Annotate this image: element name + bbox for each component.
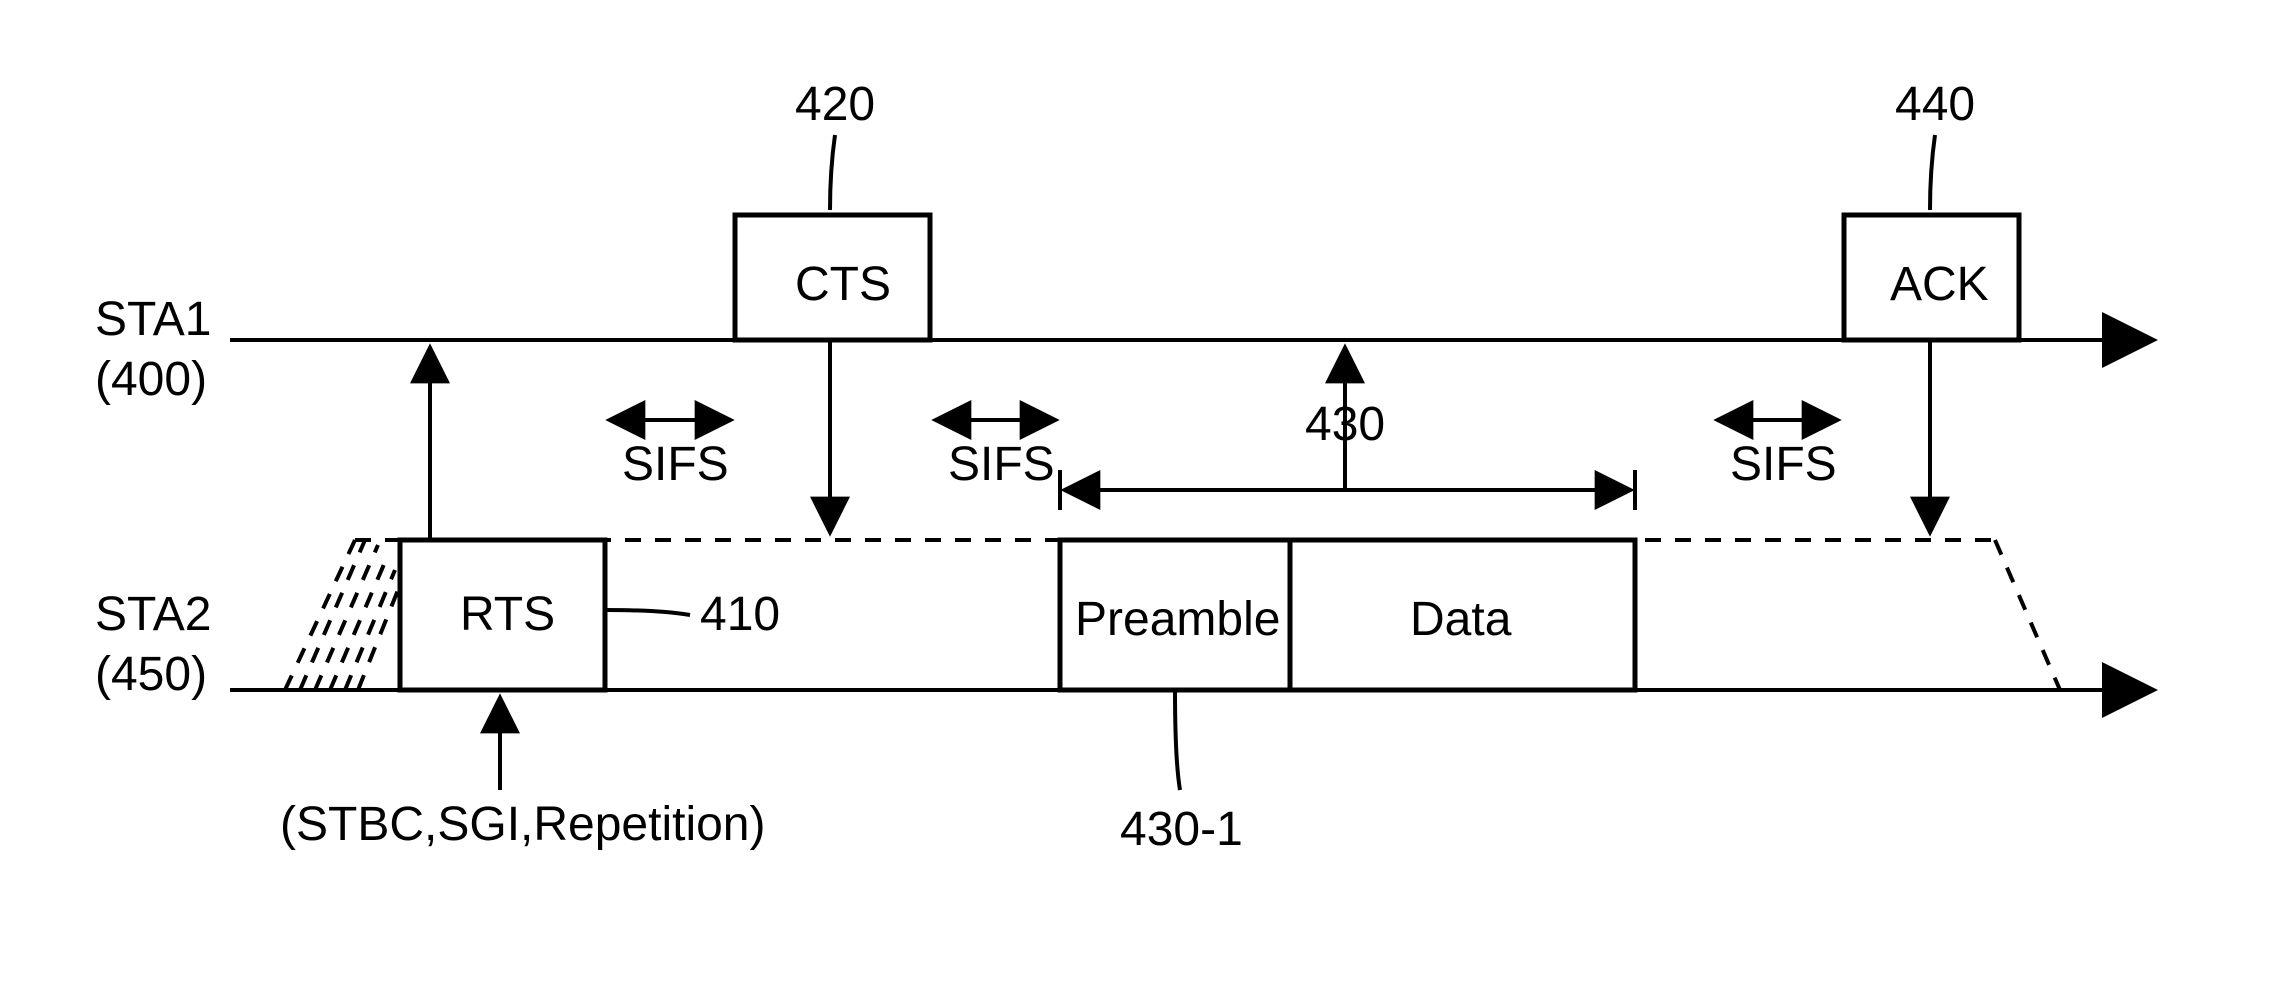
preamble-label: Preamble xyxy=(1075,593,1280,646)
txop-fall xyxy=(1995,540,2060,690)
rts-note: (STBC,SGI,Repetition) xyxy=(280,798,765,851)
sifs-1: SIFS xyxy=(622,438,729,491)
ack-label: ACK xyxy=(1890,258,1989,311)
preamble-ref-lead xyxy=(1175,690,1180,790)
sta2-id: (450) xyxy=(95,648,207,701)
txop-rise xyxy=(285,540,355,690)
data-label: Data xyxy=(1410,593,1512,646)
hatch xyxy=(345,570,395,690)
cts-ref-lead xyxy=(830,135,835,210)
hatch xyxy=(358,590,398,690)
data-ref: 430 xyxy=(1305,398,1385,451)
ack-ref-lead xyxy=(1930,135,1935,210)
ack-ref: 440 xyxy=(1895,78,1975,131)
sifs-2: SIFS xyxy=(948,438,1055,491)
rts-label: RTS xyxy=(460,588,555,641)
sta1-name: STA1 xyxy=(95,293,211,346)
rts-ref-lead xyxy=(605,610,690,615)
preamble-ref: 430-1 xyxy=(1120,803,1243,856)
hatch xyxy=(315,545,378,690)
hatch xyxy=(300,540,365,690)
sta1-id: (400) xyxy=(95,353,207,406)
sta2-name: STA2 xyxy=(95,588,211,641)
cts-ref: 420 xyxy=(795,78,875,131)
sifs-3: SIFS xyxy=(1730,438,1837,491)
cts-label: CTS xyxy=(795,258,891,311)
rts-ref: 410 xyxy=(700,588,780,641)
